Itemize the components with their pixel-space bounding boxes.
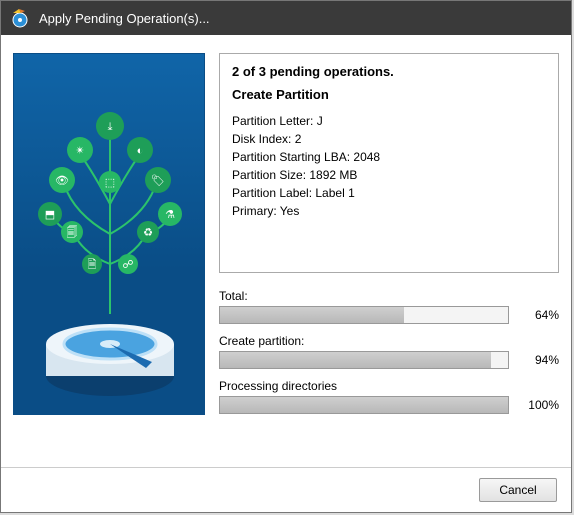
- progress-total: Total: 64%: [219, 289, 559, 324]
- right-pane: 2 of 3 pending operations. Create Partit…: [219, 53, 559, 459]
- svg-text:⬚: ⬚: [105, 177, 115, 189]
- svg-text:⚗: ⚗: [165, 209, 175, 221]
- detail-primary: Primary: Yes: [232, 202, 546, 220]
- progress-processing: Processing directories 100%: [219, 379, 559, 414]
- detail-partition-letter: Partition Letter: J: [232, 112, 546, 130]
- operation-details: Partition Letter: J Disk Index: 2 Partit…: [232, 112, 546, 220]
- progress-create-bar: [219, 351, 509, 369]
- operation-header: 2 of 3 pending operations.: [232, 64, 546, 79]
- window-title: Apply Pending Operation(s)...: [39, 11, 210, 26]
- svg-text:✴: ✴: [75, 145, 84, 157]
- svg-text:⤓: ⤓: [108, 121, 113, 133]
- progress-total-bar: [219, 306, 509, 324]
- progress-processing-bar: [219, 396, 509, 414]
- operation-info-box: 2 of 3 pending operations. Create Partit…: [219, 53, 559, 273]
- svg-text:⬒: ⬒: [45, 209, 55, 221]
- svg-text:👁: 👁: [55, 175, 69, 187]
- svg-text:◐: ◐: [137, 145, 144, 157]
- progress-section: Total: 64% Create partition: 94%: [219, 289, 559, 424]
- progress-create-pct: 94%: [517, 353, 559, 367]
- progress-total-label: Total:: [219, 289, 559, 303]
- progress-create: Create partition: 94%: [219, 334, 559, 369]
- detail-size: Partition Size: 1892 MB: [232, 166, 546, 184]
- sidebar-illustration: ⤓ ✴ ◐ 👁 🏷 ⬒ ⚗ 🗐 ♻ 🗎 ☍ ⬚: [13, 53, 205, 415]
- content-area: ⤓ ✴ ◐ 👁 🏷 ⬒ ⚗ 🗐 ♻ 🗎 ☍ ⬚: [1, 35, 571, 467]
- detail-starting-lba: Partition Starting LBA: 2048: [232, 148, 546, 166]
- cancel-button[interactable]: Cancel: [479, 478, 557, 502]
- svg-text:♻: ♻: [143, 227, 153, 239]
- progress-create-fill: [220, 352, 491, 368]
- svg-text:🗎: 🗎: [88, 259, 97, 271]
- detail-label: Partition Label: Label 1: [232, 184, 546, 202]
- progress-create-label: Create partition:: [219, 334, 559, 348]
- detail-disk-index: Disk Index: 2: [232, 130, 546, 148]
- dialog-window: Apply Pending Operation(s)...: [0, 0, 572, 513]
- operation-name: Create Partition: [232, 87, 546, 102]
- progress-total-fill: [220, 307, 404, 323]
- svg-text:🗐: 🗐: [67, 226, 78, 239]
- progress-processing-pct: 100%: [517, 398, 559, 412]
- app-icon: [9, 7, 31, 29]
- progress-processing-label: Processing directories: [219, 379, 559, 393]
- titlebar: Apply Pending Operation(s)...: [1, 1, 571, 35]
- dialog-footer: Cancel: [1, 467, 571, 512]
- svg-text:🏷: 🏷: [151, 174, 165, 187]
- svg-text:☍: ☍: [122, 259, 133, 271]
- progress-total-pct: 64%: [517, 308, 559, 322]
- progress-processing-fill: [220, 397, 508, 413]
